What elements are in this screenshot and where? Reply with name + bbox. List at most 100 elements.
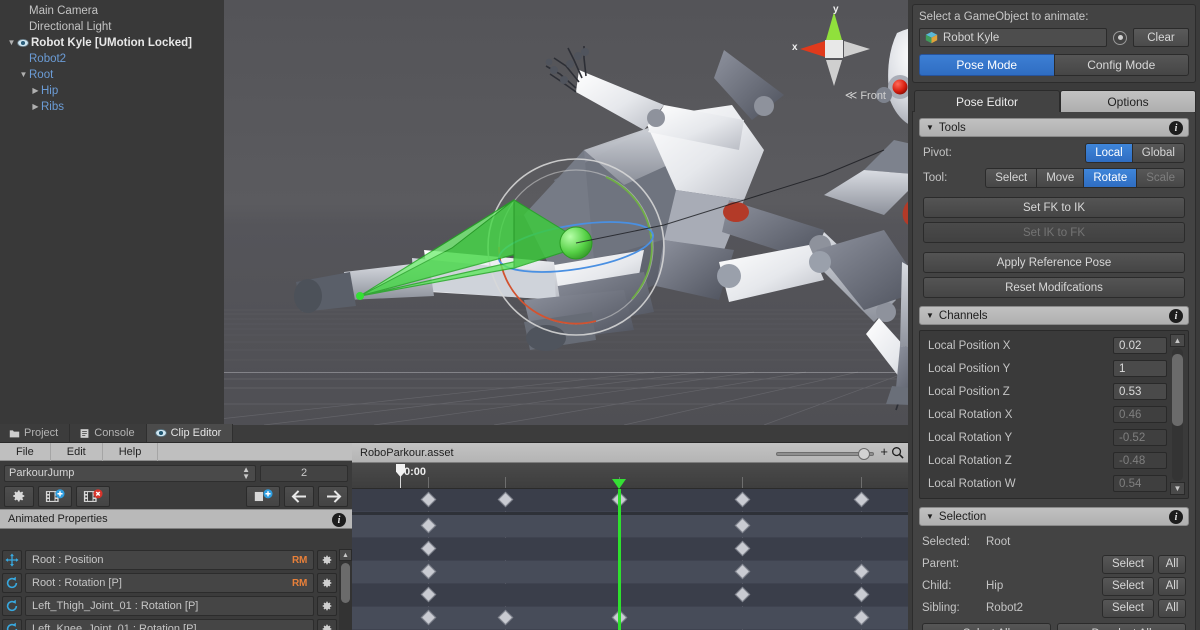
tab-options[interactable]: Options	[1060, 90, 1196, 112]
segment-local[interactable]: Local	[1085, 143, 1132, 163]
hierarchy-item[interactable]: ▶Directional Light	[0, 19, 224, 35]
mode-button-config-mode[interactable]: Config Mode	[1054, 54, 1190, 76]
scroll-up-arrow[interactable]: ▲	[1170, 334, 1185, 347]
clear-button[interactable]: Clear	[1133, 28, 1189, 47]
hierarchy-item[interactable]: ▶Main Camera	[0, 3, 224, 19]
property-settings-gear-icon[interactable]	[317, 550, 337, 570]
channel-value-field[interactable]: 0.54	[1113, 475, 1167, 492]
bottom-tab-console[interactable]: Console	[70, 424, 146, 442]
property-settings-gear-icon[interactable]	[317, 596, 337, 616]
keyframe-diamond[interactable]	[854, 492, 870, 508]
keyframe-diamond[interactable]	[735, 564, 751, 580]
properties-scrollbar[interactable]: ▲	[339, 549, 352, 630]
clip-number-field[interactable]: 2	[260, 465, 348, 482]
timeline-row[interactable]	[352, 538, 908, 560]
info-icon[interactable]: i	[332, 513, 346, 527]
scroll-down-arrow[interactable]: ▼	[1170, 482, 1185, 495]
scene-viewport[interactable]: y x ≪ Front	[224, 0, 908, 425]
timeline-keyframe-area[interactable]	[352, 489, 908, 630]
info-icon[interactable]: i	[1169, 309, 1183, 323]
visibility-eye-icon[interactable]	[17, 37, 29, 49]
animated-property-row[interactable]: Left_Knee_Joint_01 : Rotation [P]	[0, 618, 339, 630]
relation-select-button[interactable]: Select	[1102, 599, 1154, 618]
tool-button-apply-reference-pose[interactable]: Apply Reference Pose	[923, 252, 1185, 273]
next-key-icon[interactable]	[318, 486, 348, 507]
segment-global[interactable]: Global	[1132, 143, 1185, 163]
expand-arrow-icon[interactable]: ▶	[30, 99, 41, 115]
timeline-panel[interactable]: RoboParkour.asset + 0:000:05	[352, 443, 908, 630]
channel-value-field[interactable]: 0.02	[1113, 337, 1167, 354]
tab-pose-editor[interactable]: Pose Editor	[914, 90, 1060, 112]
expand-arrow-icon[interactable]: ▶	[30, 83, 41, 99]
collapse-arrow-icon[interactable]: ▼	[18, 67, 29, 83]
magnifier-icon[interactable]	[891, 446, 904, 462]
relation-all-button[interactable]: All	[1158, 555, 1186, 574]
info-icon[interactable]: i	[1169, 510, 1183, 524]
channel-value-field[interactable]: -0.52	[1113, 429, 1167, 446]
tools-section-header[interactable]: ▼ Tools i	[919, 118, 1189, 137]
select-all-button[interactable]: Select All	[922, 623, 1051, 630]
animated-properties-list[interactable]: Root : PositionRMRoot : Rotation [P]RMLe…	[0, 549, 352, 630]
property-name-field[interactable]: Left_Knee_Joint_01 : Rotation [P]	[25, 619, 314, 630]
timeline-row[interactable]	[352, 489, 908, 511]
property-name-field[interactable]: Root : PositionRM	[25, 550, 314, 570]
hierarchy-item[interactable]: ▶Robot2	[0, 51, 224, 67]
previous-key-icon[interactable]	[284, 486, 314, 507]
property-settings-gear-icon[interactable]	[317, 619, 337, 630]
zoom-in-label[interactable]: +	[880, 445, 888, 458]
property-name-field[interactable]: Root : Rotation [P]RM	[25, 573, 314, 593]
rotate-icon[interactable]	[2, 619, 22, 630]
collapse-arrow-icon[interactable]: ▼	[6, 35, 17, 51]
mode-button-pose-mode[interactable]: Pose Mode	[919, 54, 1054, 76]
keyframe-diamond[interactable]	[421, 610, 437, 626]
keyframe-diamond[interactable]	[735, 518, 751, 534]
selection-section-header[interactable]: ▼ Selection i	[919, 507, 1189, 526]
add-clip-icon[interactable]	[38, 486, 72, 507]
scrollbar-thumb[interactable]	[341, 563, 350, 603]
scrollbar-thumb[interactable]	[1172, 354, 1183, 426]
segment-select[interactable]: Select	[985, 168, 1036, 188]
bottom-tab-clip-editor[interactable]: Clip Editor	[147, 424, 234, 442]
rotate-icon[interactable]	[2, 573, 22, 593]
property-settings-gear-icon[interactable]	[317, 573, 337, 593]
keyframe-diamond[interactable]	[735, 541, 751, 557]
channels-section-header[interactable]: ▼ Channels i	[919, 306, 1189, 325]
segment-move[interactable]: Move	[1036, 168, 1083, 188]
timeline-row[interactable]	[352, 561, 908, 583]
hierarchy-item[interactable]: ▼Robot Kyle [UMotion Locked]	[0, 35, 224, 51]
menu-help[interactable]: Help	[103, 443, 159, 461]
bottom-tab-project[interactable]: Project	[0, 424, 70, 442]
animated-property-row[interactable]: Left_Thigh_Joint_01 : Rotation [P]	[0, 595, 339, 617]
relation-select-button[interactable]: Select	[1102, 577, 1154, 596]
remove-clip-icon[interactable]	[76, 486, 110, 507]
keyframe-diamond[interactable]	[735, 492, 751, 508]
relation-all-button[interactable]: All	[1158, 599, 1186, 618]
rotate-icon[interactable]	[2, 596, 22, 616]
gameobject-field[interactable]: Robot Kyle	[919, 28, 1107, 47]
keyframe-diamond[interactable]	[854, 587, 870, 603]
animated-property-row[interactable]: Root : Rotation [P]RM	[0, 572, 339, 594]
animated-property-row[interactable]: Root : PositionRM	[0, 549, 339, 571]
relation-select-button[interactable]: Select	[1102, 555, 1154, 574]
timeline-row[interactable]	[352, 607, 908, 629]
playhead-line[interactable]	[618, 489, 621, 630]
keyframe-diamond[interactable]	[854, 564, 870, 580]
deselect-all-button[interactable]: Deselect All	[1057, 623, 1186, 630]
info-icon[interactable]: i	[1169, 121, 1183, 135]
keyframe-diamond[interactable]	[498, 610, 514, 626]
channel-value-field[interactable]: 1	[1113, 360, 1167, 377]
current-time-marker[interactable]	[612, 479, 626, 489]
menu-edit[interactable]: Edit	[51, 443, 103, 461]
keyframe-diamond[interactable]	[421, 518, 437, 534]
segment-rotate[interactable]: Rotate	[1083, 168, 1136, 188]
tool-button-reset-modifcations[interactable]: Reset Modifcations	[923, 277, 1185, 298]
channels-scrollbar[interactable]: ▲ ▼	[1170, 334, 1185, 495]
keyframe-diamond[interactable]	[421, 541, 437, 557]
timeline-ruler[interactable]: 0:000:05	[352, 463, 908, 489]
timeline-row[interactable]	[352, 515, 908, 537]
menu-file[interactable]: File	[0, 443, 51, 461]
hierarchy-item[interactable]: ▶Hip	[0, 83, 224, 99]
move-icon[interactable]	[2, 550, 22, 570]
clip-dropdown[interactable]: ParkourJump ▲▼	[4, 465, 256, 482]
keyframe-diamond[interactable]	[498, 492, 514, 508]
